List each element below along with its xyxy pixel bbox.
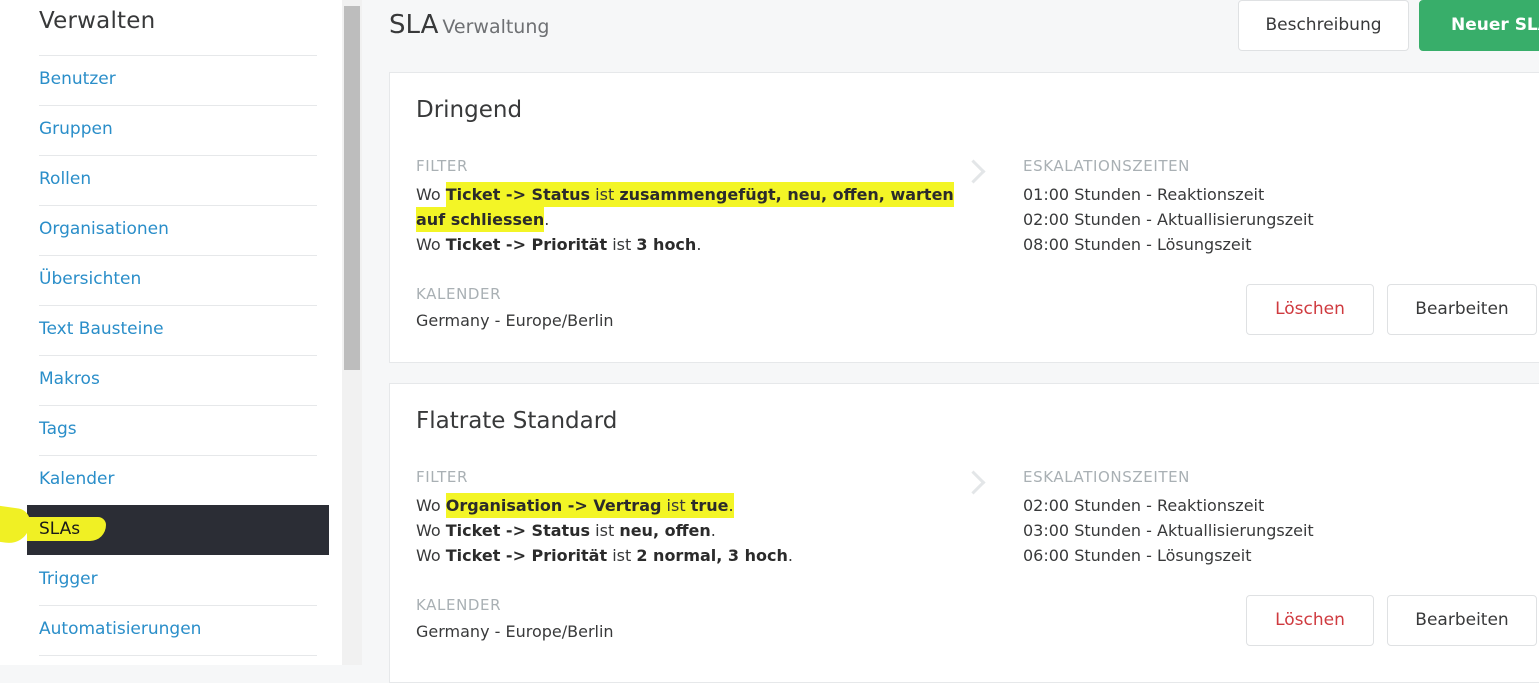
sidebar-item-uebersichten[interactable]: Übersichten: [27, 255, 329, 305]
escalation-list: 01:00 Stunden - Reaktionszeit 02:00 Stun…: [1023, 182, 1314, 257]
chevron-right-icon: [961, 159, 986, 184]
calendar-value: Germany - Europe/Berlin: [416, 311, 614, 330]
description-button[interactable]: Beschreibung: [1238, 0, 1409, 51]
new-sla-button[interactable]: Neuer SLA: [1419, 0, 1539, 51]
chevron-right-icon: [961, 470, 986, 495]
page-title-text: SLA: [389, 10, 439, 40]
sidebar-item-organisationen[interactable]: Organisationen: [27, 205, 329, 255]
escalation-label: Eskalationszeiten: [1023, 157, 1191, 175]
page-title: SLA Verwaltung: [389, 10, 549, 40]
sidebar-title: Verwalten: [39, 8, 156, 34]
filter-condition: Wo Ticket -> Priorität ist 2 normal, 3 h…: [416, 546, 793, 565]
delete-button[interactable]: Löschen: [1246, 284, 1374, 335]
sidebar-item-label: Übersichten: [39, 269, 142, 289]
filter-label: Filter: [416, 157, 469, 175]
sidebar-item-label: Benutzer: [39, 69, 116, 89]
sla-card: Dringend Filter Wo Ticket -> Status ist …: [389, 72, 1539, 363]
calendar-value: Germany - Europe/Berlin: [416, 622, 614, 641]
sla-name: Flatrate Standard: [416, 408, 618, 434]
filter-list: Wo Ticket -> Status ist zusammengefügt, …: [416, 182, 956, 257]
sidebar-item-rollen[interactable]: Rollen: [27, 155, 329, 205]
escalation-time: 02:00 Stunden - Aktuallisierungszeit: [1023, 210, 1314, 229]
escalation-time: 01:00 Stunden - Reaktionszeit: [1023, 185, 1265, 204]
calendar-label: Kalender: [416, 596, 502, 614]
sidebar-item-label: Text Bausteine: [39, 319, 164, 339]
sidebar-item-tags[interactable]: Tags: [27, 405, 329, 455]
sidebar-item-label: Automatisierungen: [39, 619, 202, 639]
filter-label: Filter: [416, 468, 469, 486]
sidebar-item-automatisierungen[interactable]: Automatisierungen: [27, 605, 329, 655]
sidebar-item-label: Organisationen: [39, 219, 169, 239]
escalation-label: Eskalationszeiten: [1023, 468, 1191, 486]
sidebar-item-label: Rollen: [39, 169, 92, 189]
sidebar-item-label: Trigger: [39, 569, 98, 589]
sidebar-item-slas[interactable]: SLAs: [27, 505, 329, 555]
sidebar-item-label: Tags: [39, 419, 77, 439]
filter-condition: Wo Ticket -> Status ist neu, offen.: [416, 521, 716, 540]
sidebar-item-text-bausteine[interactable]: Text Bausteine: [27, 305, 329, 355]
sidebar-divider: [39, 655, 317, 656]
sidebar-item-kalender[interactable]: Kalender: [27, 455, 329, 505]
escalation-time: 06:00 Stunden - Lösungszeit: [1023, 546, 1252, 565]
sidebar-nav: Benutzer Gruppen Rollen Organisationen Ü…: [27, 55, 329, 655]
sidebar-item-label: Kalender: [39, 469, 115, 489]
calendar-label: Kalender: [416, 285, 502, 303]
sidebar-item-makros[interactable]: Makros: [27, 355, 329, 405]
edit-button[interactable]: Bearbeiten: [1387, 284, 1537, 335]
highlight-mark: [0, 505, 30, 547]
delete-button[interactable]: Löschen: [1246, 595, 1374, 646]
escalation-list: 02:00 Stunden - Reaktionszeit 03:00 Stun…: [1023, 493, 1314, 568]
page-subtitle: Verwaltung: [442, 16, 550, 38]
sidebar-item-label: Makros: [39, 369, 100, 389]
filter-list: Wo Organisation -> Vertrag ist true. Wo …: [416, 493, 956, 568]
escalation-time: 08:00 Stunden - Lösungszeit: [1023, 235, 1252, 254]
sidebar-item-gruppen[interactable]: Gruppen: [27, 105, 329, 155]
filter-condition: Wo Organisation -> Vertrag ist true.: [416, 493, 956, 518]
sidebar-scrollbar-thumb[interactable]: [344, 6, 360, 370]
escalation-time: 02:00 Stunden - Reaktionszeit: [1023, 496, 1265, 515]
edit-button[interactable]: Bearbeiten: [1387, 595, 1537, 646]
sidebar-item-trigger[interactable]: Trigger: [27, 555, 329, 605]
sidebar-item-label: SLAs: [27, 517, 107, 541]
sla-card: Flatrate Standard Filter Wo Organisation…: [389, 383, 1539, 683]
sla-name: Dringend: [416, 97, 523, 123]
sidebar-item-label: Gruppen: [39, 119, 113, 139]
filter-condition: Wo Ticket -> Priorität ist 3 hoch.: [416, 235, 702, 254]
filter-condition: Wo Ticket -> Status ist zusammengefügt, …: [416, 182, 956, 232]
escalation-time: 03:00 Stunden - Aktuallisierungszeit: [1023, 521, 1314, 540]
sidebar: Verwalten Benutzer Gruppen Rollen Organi…: [0, 0, 342, 665]
sidebar-item-benutzer[interactable]: Benutzer: [27, 55, 329, 105]
